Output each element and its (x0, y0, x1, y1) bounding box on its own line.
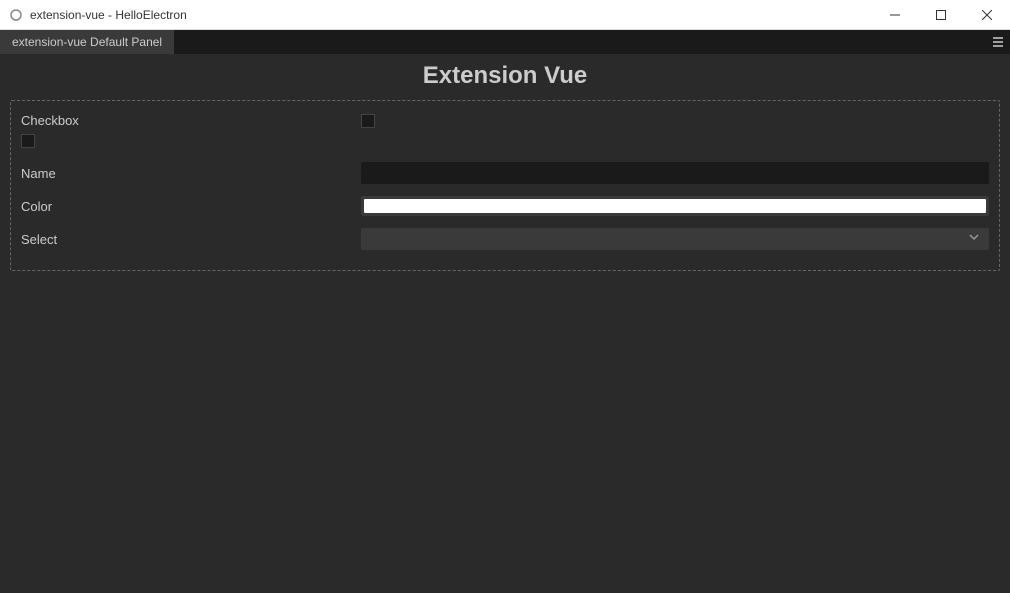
panel-menu-button[interactable] (986, 30, 1010, 54)
panel-tabbar: extension-vue Default Panel (0, 30, 1010, 54)
checkbox-label: Checkbox (21, 113, 361, 128)
select-row: Select (21, 228, 989, 250)
window-title: extension-vue - HelloElectron (30, 8, 872, 22)
name-label: Name (21, 166, 361, 181)
page-title: Extension Vue (10, 62, 1000, 90)
window-controls (872, 0, 1010, 29)
panel-content: Extension Vue Checkbox Name Color Select (0, 54, 1010, 593)
minimize-button[interactable] (872, 0, 918, 30)
close-button[interactable] (964, 0, 1010, 30)
color-row: Color (21, 196, 989, 216)
checkbox-secondary[interactable] (21, 134, 35, 148)
tabbar-spacer (174, 30, 986, 54)
color-swatch (364, 199, 986, 213)
color-input[interactable] (361, 196, 989, 216)
checkbox-row: Checkbox (21, 113, 989, 128)
name-row: Name (21, 162, 989, 184)
select-label: Select (21, 232, 361, 247)
name-input[interactable] (361, 162, 989, 184)
select-input[interactable] (361, 228, 989, 250)
tab-default-panel[interactable]: extension-vue Default Panel (0, 30, 174, 54)
form-panel: Checkbox Name Color Select (10, 100, 1000, 271)
checkbox-input[interactable] (361, 114, 375, 128)
app-icon (8, 7, 24, 23)
chevron-down-icon (968, 230, 980, 248)
color-label: Color (21, 199, 361, 214)
window-titlebar: extension-vue - HelloElectron (0, 0, 1010, 30)
maximize-button[interactable] (918, 0, 964, 30)
